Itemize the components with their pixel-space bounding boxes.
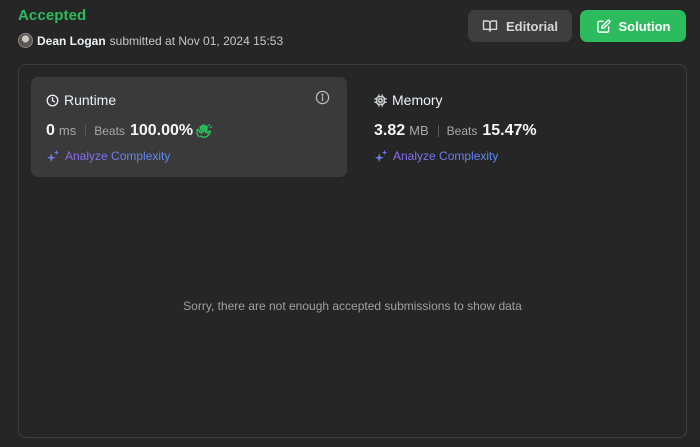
solution-label: Solution [618,18,671,34]
chip-icon [374,93,387,107]
sparkle-icon [374,149,388,163]
memory-analyze-complexity[interactable]: Analyze Complexity [374,149,498,163]
runtime-metric: 0 ms Beats 100.00% [46,122,213,140]
submission-byline: Dean Logan submitted at Nov 01, 2024 15:… [18,33,283,48]
runtime-beats-label: Beats [94,124,125,138]
metric-divider [437,125,439,137]
empty-distribution-message: Sorry, there are not enough accepted sub… [183,299,522,313]
memory-unit: MB [409,123,429,138]
clock-icon [46,94,59,106]
runtime-value: 0 [46,122,55,139]
submission-status: Accepted [18,7,87,24]
memory-value: 3.82 [374,122,406,139]
runtime-card[interactable]: Runtime 0 ms Beats 100.00% Analyze Compl… [31,77,347,177]
memory-title: Memory [374,92,443,108]
memory-analyze-label: Analyze Complexity [393,149,499,163]
sparkle-icon [46,149,60,163]
memory-card[interactable]: Memory 3.82 MB Beats 15.47% Analyze Comp… [359,77,675,177]
submission-details-panel: Runtime 0 ms Beats 100.00% Analyze Compl… [18,64,687,438]
user-avatar[interactable] [18,33,33,48]
book-icon [482,20,498,32]
runtime-analyze-complexity[interactable]: Analyze Complexity [46,149,170,163]
memory-beats-label: Beats [446,124,478,138]
memory-metric: 3.82 MB Beats 15.47% [374,122,537,140]
solution-button[interactable]: Solution [580,10,686,42]
edit-icon [596,19,610,33]
metric-divider [85,125,87,137]
editorial-label: Editorial [505,18,558,34]
memory-beats-value: 15.47% [482,122,537,139]
submitted-timestamp: submitted at Nov 01, 2024 15:53 [109,33,284,48]
clap-icon [196,123,213,138]
submission-header: Accepted Dean Logan submitted at Nov 01,… [0,0,700,60]
runtime-unit: ms [58,123,77,138]
username-link[interactable]: Dean Logan [37,34,106,48]
runtime-analyze-label: Analyze Complexity [65,149,171,163]
info-icon[interactable] [315,90,330,105]
memory-title-label: Memory [392,92,443,108]
runtime-title-label: Runtime [64,92,117,108]
editorial-button[interactable]: Editorial [468,10,572,42]
runtime-beats-value: 100.00% [129,122,194,139]
runtime-title: Runtime [46,92,116,108]
